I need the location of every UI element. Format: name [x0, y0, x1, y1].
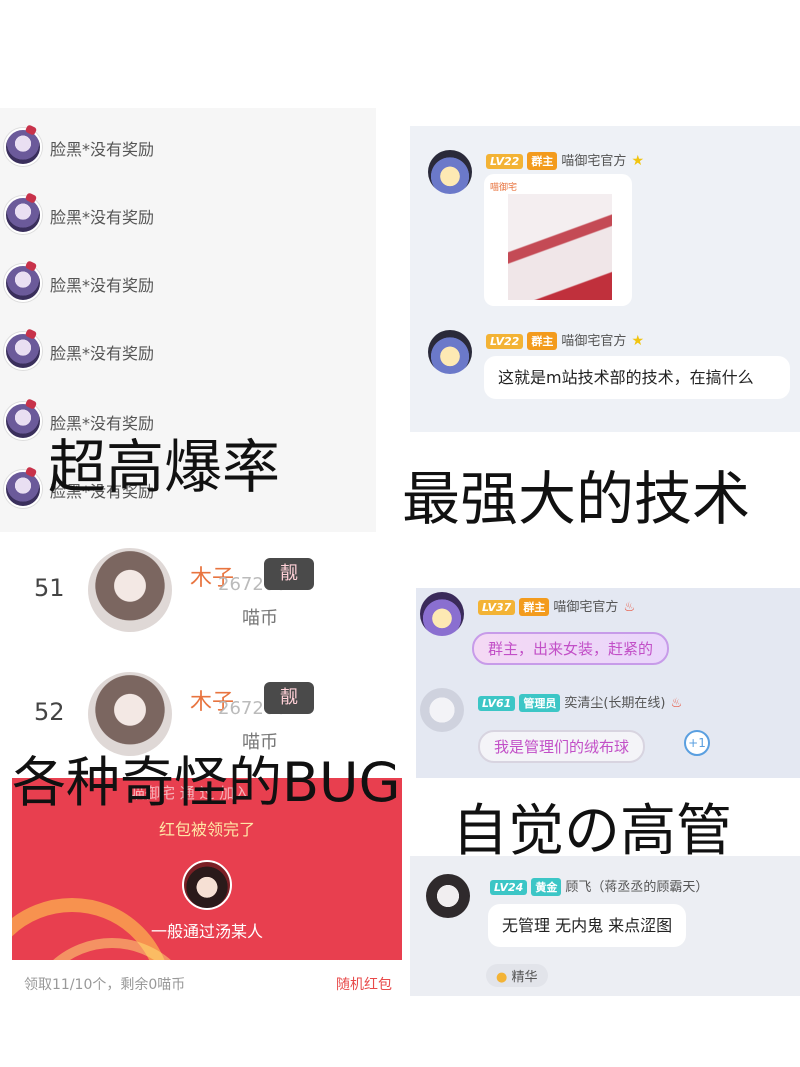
chat-header: LV61 管理员 奕清尘(长期在线) ♨ — [478, 692, 682, 712]
rank-list-panel: 51 木子 2672067 靓 喵币 52 木子 2672067 靓 喵币 — [0, 540, 400, 760]
avatar — [428, 330, 472, 374]
nickname: 奕清尘(长期在线) — [564, 696, 666, 711]
highlight-tag[interactable]: ● 精华 — [486, 964, 548, 987]
level-badge: LV22 — [486, 154, 524, 169]
star-icon: ★ — [631, 153, 644, 169]
chat-image-card[interactable]: 喵御宅 — [484, 174, 632, 306]
caption-bottom-right: 自觉の高管 — [452, 799, 732, 864]
chat-image — [508, 194, 612, 300]
level-badge: LV61 — [478, 696, 516, 711]
chat-bubble: 群主，出来女装，赶紧的 — [472, 632, 670, 665]
role-badge: 管理员 — [519, 694, 561, 712]
caption-middle-left: 各种奇怪的BUG — [12, 751, 401, 814]
avatar — [426, 874, 470, 918]
nickname: 顾飞（蒋丞丞的顾霸天） — [565, 880, 709, 895]
level-badge: LV22 — [486, 334, 524, 349]
avatar — [4, 470, 42, 508]
reward-text: 脸黑*没有奖励 — [50, 276, 155, 295]
avatar — [4, 128, 42, 166]
sender-name: 一般通过汤某人 — [150, 922, 263, 941]
avatar — [4, 264, 42, 302]
avatar — [420, 592, 464, 636]
chat-header: LV24 黄金 顾飞（蒋丞丞的顾霸天） — [490, 876, 708, 896]
caption-top-right: 最强大的技术 — [402, 465, 751, 533]
admin-chat-panel: LV37 群主 喵御宅官方 ♨ 群主，出来女装，赶紧的 LV61 管理员 奕清尘(长期在… — [416, 588, 800, 778]
rank-tag: 靓 — [264, 682, 314, 714]
reward-text: 脸黑*没有奖励 — [50, 208, 155, 227]
avatar — [88, 548, 172, 632]
highlight-chat-panel: LV24 黄金 顾飞（蒋丞丞的顾霸天） 无管理 无内鬼 来点涩图 ● 精华 — [410, 856, 800, 996]
level-badge: LV24 — [490, 880, 528, 895]
image-source-label: 喵御宅 — [490, 183, 518, 193]
chat-bubble: 这就是m站技术部的技术，在搞什么 — [484, 356, 790, 399]
reward-row: 脸黑*没有奖励 — [0, 328, 376, 378]
rank-tag: 靓 — [264, 558, 314, 590]
avatar — [4, 332, 42, 370]
rank-number: 52 — [34, 698, 65, 726]
avatar — [4, 196, 42, 234]
fire-icon: ♨ — [623, 600, 636, 615]
reward-row: 脸黑*没有奖励 — [0, 124, 376, 174]
role-badge: 黄金 — [531, 878, 562, 896]
nickname: 喵御宅官方 — [561, 334, 627, 349]
level-badge: LV37 — [478, 600, 516, 615]
claim-summary: 领取11/10个，剩余0喵币 — [24, 977, 186, 993]
chat-bubble: 我是管理们的绒布球 — [478, 730, 646, 763]
nickname: 喵御宅官方 — [553, 600, 619, 615]
coin-label: 喵币 — [242, 608, 278, 629]
rank-number: 51 — [34, 574, 65, 602]
chat-header: LV37 群主 喵御宅官方 ♨ — [478, 596, 635, 616]
envelope-type: 随机红包 — [336, 977, 392, 993]
reward-row: 脸黑*没有奖励 — [0, 260, 376, 310]
star-icon: ★ — [631, 333, 644, 349]
nickname: 喵御宅官方 — [561, 154, 627, 169]
chat-header: LV22 群主 喵御宅官方 ★ — [486, 330, 644, 350]
highlight-tag-label: 精华 — [511, 970, 538, 985]
tech-chat-panel: LV22 群主 喵御宅官方 ★ 喵御宅 LV22 群主 喵御宅官方 ★ 这就是m站技术部… — [410, 126, 800, 432]
avatar — [420, 688, 464, 732]
fire-icon: ♨ — [670, 696, 683, 711]
envelope-status: 红包被领完了 — [158, 820, 255, 839]
avatar — [428, 150, 472, 194]
star-icon: ● — [496, 970, 508, 985]
envelope-footer: 领取11/10个，剩余0喵币 随机红包 — [12, 960, 402, 1004]
chat-bubble: 无管理 无内鬼 来点涩图 — [488, 904, 687, 947]
role-badge: 群主 — [519, 598, 550, 616]
role-badge: 群主 — [527, 332, 558, 350]
caption-top-left: 超高爆率 — [48, 433, 281, 501]
reward-text: 脸黑*没有奖励 — [50, 140, 155, 159]
chat-header: LV22 群主 喵御宅官方 ★ — [486, 150, 644, 170]
sender-avatar — [182, 860, 232, 910]
reward-text: 脸黑*没有奖励 — [50, 344, 155, 363]
plus-one-button[interactable]: +1 — [684, 730, 710, 756]
reward-row: 脸黑*没有奖励 — [0, 192, 376, 242]
role-badge: 群主 — [527, 152, 558, 170]
avatar — [4, 402, 42, 440]
